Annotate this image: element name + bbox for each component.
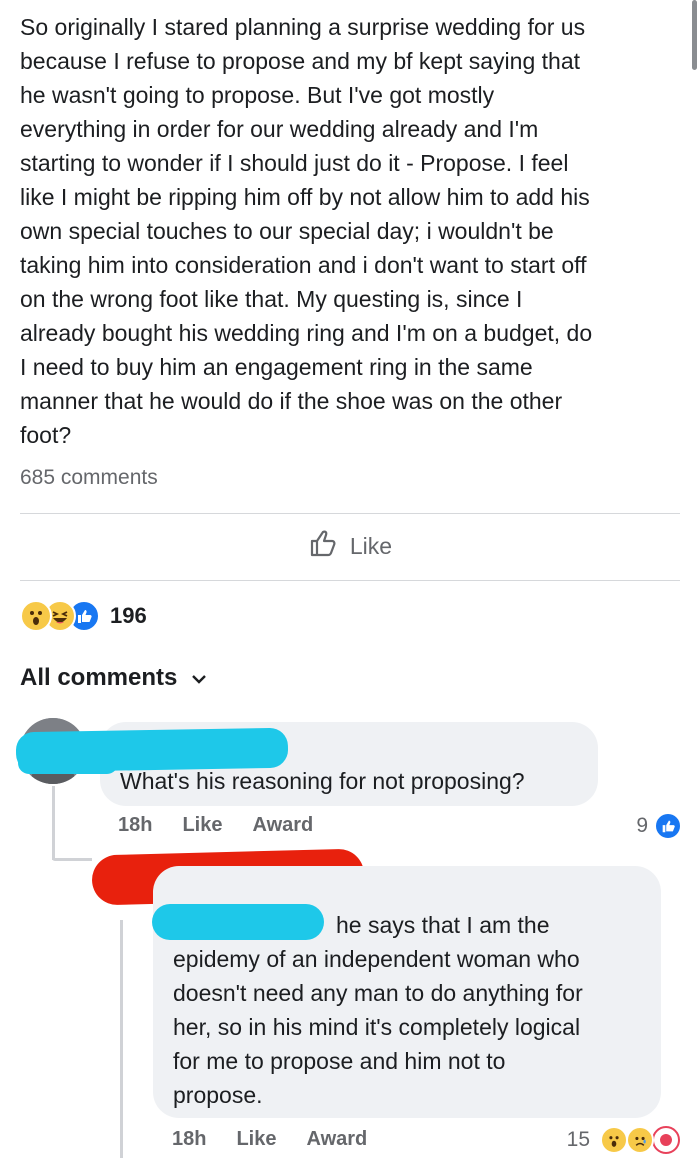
post-line: already bought his wedding ring and I'm … <box>20 320 593 346</box>
like-button[interactable]: Like <box>0 528 700 564</box>
redacted-name <box>152 904 324 940</box>
comment-time: 18h <box>118 814 153 836</box>
reply-like-button[interactable]: Like <box>236 1128 276 1151</box>
post-line: on the wrong foot like that. My questing… <box>20 286 523 312</box>
comment-reactions[interactable]: 9 <box>636 812 682 840</box>
post-line: taking him into consideration and i don'… <box>20 252 587 278</box>
wow-icon <box>20 600 52 632</box>
reply-actions: 18h Like Award <box>172 1128 367 1151</box>
reply-line: doesn't need any man to do anything for <box>173 980 583 1006</box>
comment-like-button[interactable]: Like <box>182 814 222 837</box>
reply-line: for me to propose and him not to <box>173 1048 506 1074</box>
post-line: I need to buy him an engagement ring in … <box>20 354 533 380</box>
reply-line: epidemy of an independent woman who <box>173 946 580 972</box>
scrollbar[interactable] <box>692 0 697 70</box>
thumbs-up-icon <box>308 528 338 564</box>
comments-filter-dropdown[interactable]: All comments <box>20 664 207 692</box>
divider <box>20 580 680 581</box>
comment-reaction-count: 9 <box>636 814 648 837</box>
thread-line <box>52 858 92 861</box>
care-icon <box>652 1126 680 1154</box>
reply-award-button[interactable]: Award <box>307 1128 368 1151</box>
reactions-count: 196 <box>110 603 147 628</box>
like-button-label: Like <box>349 532 393 559</box>
reply-line: propose. <box>173 1082 263 1108</box>
post-line: he wasn't going to propose. But I've got… <box>20 82 495 108</box>
reply-line: her, so in his mind it's completely logi… <box>173 1014 581 1040</box>
comments-count-link[interactable]: 685 comments <box>20 466 158 490</box>
sad-icon <box>626 1126 654 1154</box>
redacted-name <box>18 752 118 774</box>
reply-reactions[interactable]: 15 <box>567 1126 680 1154</box>
reactions-summary[interactable]: 196 <box>20 600 147 632</box>
comment-award-button[interactable]: Award <box>253 814 314 837</box>
divider <box>20 513 680 514</box>
post-line: because I refuse to propose and my bf ke… <box>20 48 581 74</box>
comments-filter-label: All comments <box>20 664 178 691</box>
post-line: foot? <box>20 422 72 448</box>
post-line: everything in order for our wedding alre… <box>20 116 539 142</box>
post-line: own special touches to our special day; … <box>20 218 554 244</box>
post-line: manner that he would do if the shoe was … <box>20 388 563 414</box>
post-body: So originally I stared planning a surpri… <box>20 10 685 452</box>
post-line: like I might be ripping him off by not a… <box>20 184 590 210</box>
post-line: starting to wonder if I should just do i… <box>20 150 569 176</box>
wow-icon <box>600 1126 628 1154</box>
comment-actions: 18h Like Award <box>118 814 313 837</box>
post-line: So originally I stared planning a surpri… <box>20 14 586 40</box>
reply-reaction-count: 15 <box>566 1128 590 1151</box>
like-icon <box>654 812 682 840</box>
thread-line <box>120 920 123 1158</box>
chevron-down-icon <box>191 664 207 692</box>
reply-time: 18h <box>172 1128 207 1150</box>
thread-line <box>52 786 55 860</box>
